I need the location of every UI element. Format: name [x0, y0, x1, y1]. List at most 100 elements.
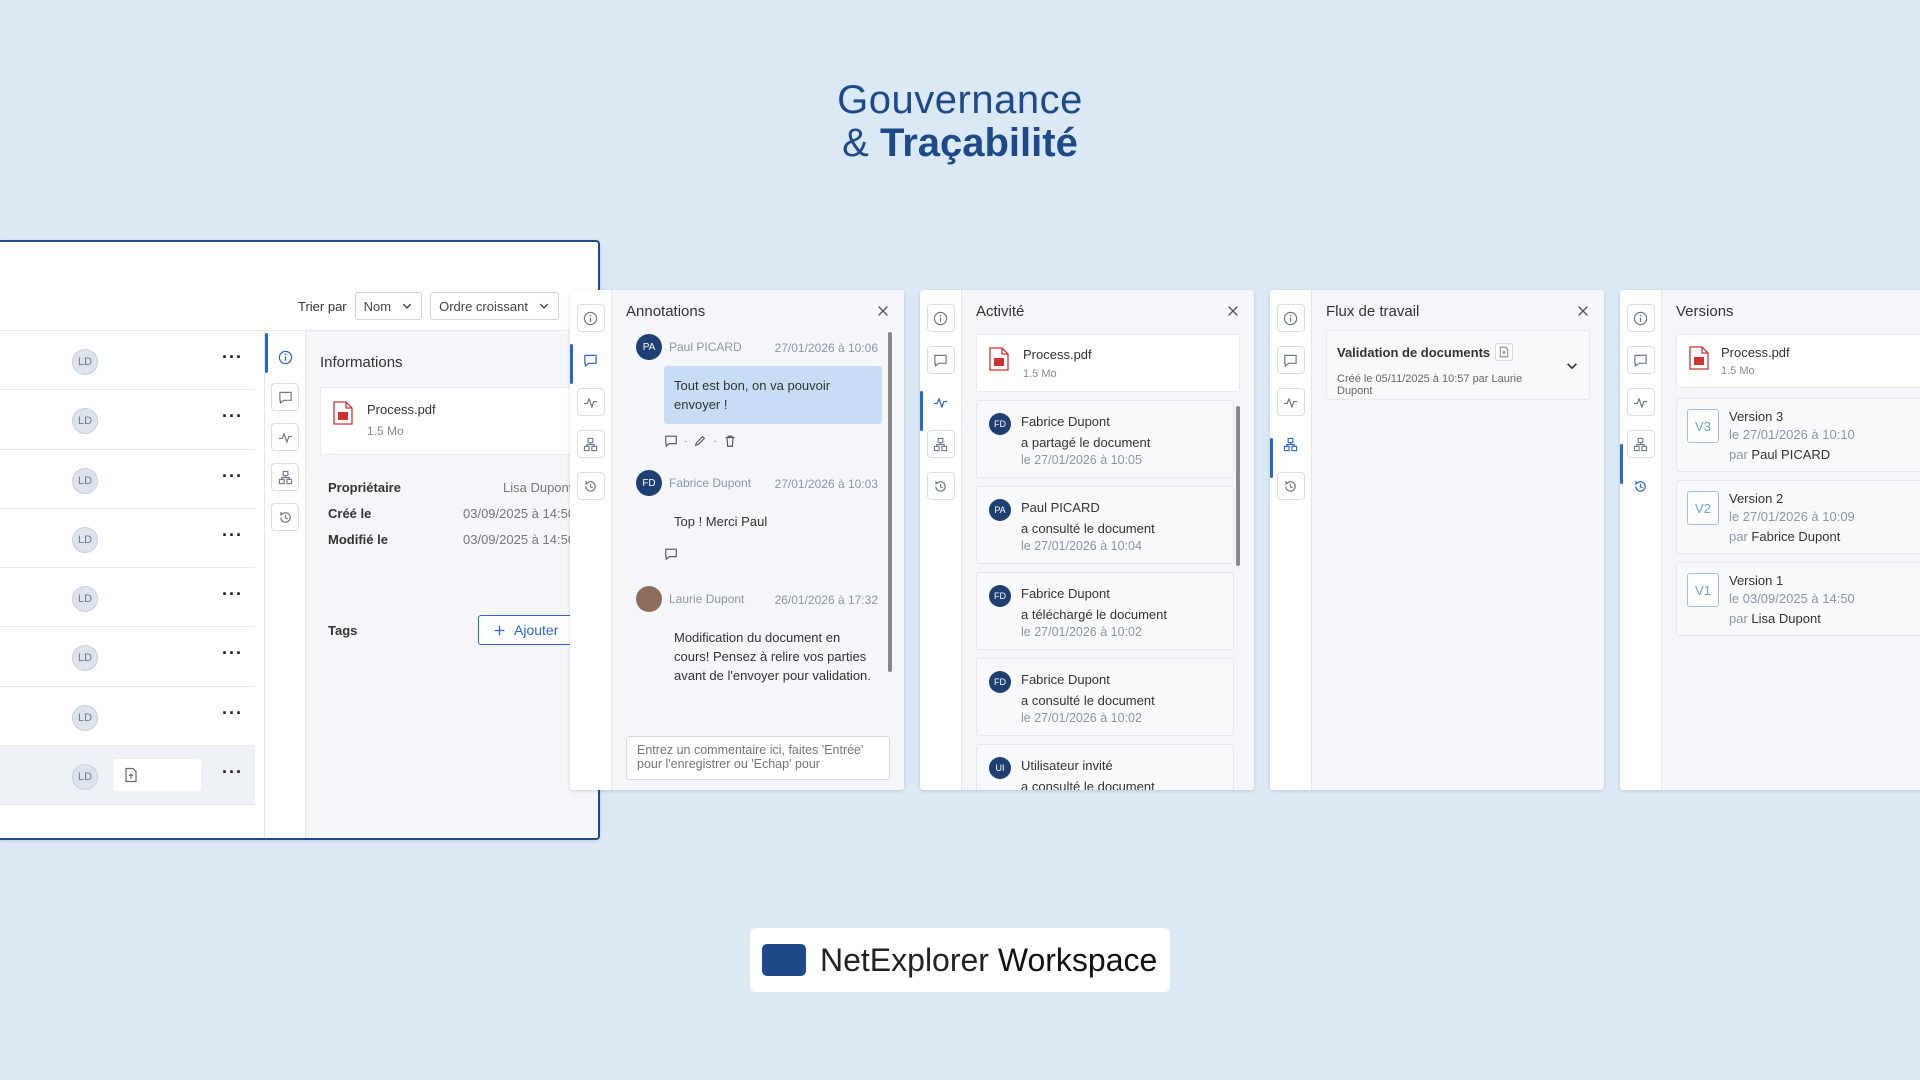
activity-icon[interactable]: [1626, 388, 1655, 416]
workflow-meta: Créé le 05/11/2025 à 10:57 par Laurie Du…: [1337, 373, 1523, 397]
activity-icon[interactable]: [1276, 388, 1305, 416]
workflow-icon[interactable]: [576, 430, 605, 458]
chevron-down-icon[interactable]: [1565, 359, 1579, 373]
edit-icon[interactable]: [693, 434, 707, 448]
activity-date: le 27/01/2026 à 10:02: [1021, 711, 1142, 725]
reply-icon[interactable]: [664, 434, 678, 448]
comment-icon[interactable]: [926, 346, 955, 374]
table-row[interactable]: LD ···: [0, 568, 255, 628]
brand-logo-icon: [762, 944, 806, 976]
more-options-icon[interactable]: ···: [222, 762, 243, 783]
workflow-icon[interactable]: [926, 430, 955, 458]
table-row[interactable]: LD ···: [0, 331, 255, 391]
file-card[interactable]: Process.pdf 1.5 Mo: [976, 334, 1240, 392]
workflow-panel: Flux de travail Validation de documents …: [1270, 290, 1604, 790]
version-by: par: [1729, 529, 1748, 544]
comment-input[interactable]: [626, 736, 890, 780]
panel-header: Flux de travail: [1312, 290, 1604, 332]
table-row[interactable]: LD ···: [0, 390, 255, 450]
more-options-icon[interactable]: ···: [222, 643, 243, 664]
activity-icon[interactable]: [576, 388, 605, 416]
avatar: PA: [636, 334, 662, 360]
panel-title: Activité: [976, 302, 1025, 320]
activity-date: le 27/01/2026 à 10:02: [1021, 625, 1142, 639]
workflow-icon[interactable]: [1277, 430, 1305, 458]
version-author-name: Lisa Dupont: [1751, 611, 1821, 626]
chevron-down-icon: [538, 300, 550, 312]
table-row-selected[interactable]: LD ···: [0, 746, 255, 806]
workflow-card[interactable]: Validation de documents Créé le 05/11/20…: [1326, 330, 1590, 400]
table-row[interactable]: LD ···: [0, 450, 255, 509]
version-item[interactable]: V2 Version 2 le 27/01/2026 à 10:09 par Fabr…: [1676, 480, 1920, 554]
more-options-icon[interactable]: ···: [222, 584, 243, 605]
more-options-icon[interactable]: ···: [222, 703, 243, 724]
activity-icon[interactable]: [271, 423, 299, 451]
file-size: 1.5 Mo: [1721, 365, 1755, 377]
pdf-icon: [1689, 346, 1709, 370]
close-icon[interactable]: [1226, 304, 1240, 318]
history-icon[interactable]: [271, 503, 299, 531]
activity-item: FD Fabrice Dupont a consulté le document le…: [976, 658, 1234, 736]
reply-icon[interactable]: [664, 547, 678, 561]
activity-icon[interactable]: [927, 388, 955, 416]
file-name: Process.pdf: [1721, 345, 1790, 360]
info-icon[interactable]: [1626, 304, 1655, 332]
title-bold: Traçabilité: [879, 121, 1078, 165]
title-line1: Gouvernance: [837, 78, 1083, 122]
versions-body: Versions Process.pdf 1.5 Mo V3 Version 3 l…: [1662, 290, 1920, 790]
comment-icon[interactable]: [1626, 346, 1655, 374]
more-options-icon[interactable]: ···: [222, 525, 243, 546]
table-row[interactable]: LD ···: [0, 627, 255, 687]
info-panel: Informations Process.pdf 1.5 Mo Propriét…: [306, 331, 598, 838]
versions-panel: Versions Process.pdf 1.5 Mo V3 Version 3 l…: [1620, 290, 1920, 790]
more-options-icon[interactable]: ···: [222, 347, 243, 368]
table-row[interactable]: LD ···: [0, 509, 255, 569]
info-title: Informations: [320, 354, 403, 371]
trash-icon[interactable]: [723, 434, 737, 448]
title-line2: & Traçabilité: [0, 121, 1920, 166]
history-icon[interactable]: [1276, 472, 1305, 500]
version-author: par Lisa Dupont: [1729, 611, 1821, 626]
workflow-icon[interactable]: [1626, 430, 1655, 458]
comment-icon[interactable]: [1276, 346, 1305, 374]
sort-field-select[interactable]: Nom: [354, 292, 423, 320]
comment-icon[interactable]: [271, 383, 299, 411]
history-icon[interactable]: [926, 472, 955, 500]
scrollbar[interactable]: [888, 332, 892, 672]
history-icon[interactable]: [1627, 472, 1655, 500]
annotations-body: Annotations PA Paul PICARD 27/01/2026 à 1…: [612, 290, 904, 790]
workflow-name: Validation de documents: [1337, 345, 1491, 360]
comment-date: 26/01/2026 à 17:32: [774, 593, 878, 607]
file-card[interactable]: Process.pdf 1.5 Mo: [320, 387, 598, 455]
workflow-body: Flux de travail Validation de documents …: [1312, 290, 1604, 790]
file-chip[interactable]: [113, 759, 201, 792]
plus-icon: [493, 624, 506, 637]
active-tab-indicator: [920, 391, 923, 431]
close-icon[interactable]: [1576, 304, 1590, 318]
avatar: UI: [989, 757, 1011, 779]
more-options-icon[interactable]: ···: [222, 406, 243, 427]
info-icon[interactable]: [1276, 304, 1305, 332]
close-icon[interactable]: [876, 304, 890, 318]
comment-icon[interactable]: [577, 346, 605, 374]
info-icon[interactable]: [926, 304, 955, 332]
workflow-icon[interactable]: [271, 463, 299, 491]
table-row[interactable]: LD ···: [0, 687, 255, 747]
history-icon[interactable]: [576, 472, 605, 500]
info-icon[interactable]: [576, 304, 605, 332]
tags-label: Tags: [328, 623, 358, 638]
activity-action: a consulté le document: [1021, 779, 1155, 790]
file-card[interactable]: Process.pdf 1.5 Mo: [1676, 334, 1920, 388]
more-options-icon[interactable]: ···: [222, 466, 243, 487]
activity-item: UI Utilisateur invité a consulté le docume…: [976, 744, 1234, 790]
sort-order-select[interactable]: Ordre croissant: [430, 292, 559, 320]
owner-avatar: LD: [72, 764, 98, 791]
panel-tabs: [1270, 290, 1312, 790]
version-item[interactable]: V3 Version 3 le 27/01/2026 à 10:10 par Paul…: [1676, 398, 1920, 472]
comment-actions: · ·: [664, 434, 884, 448]
brand-name-text: NetExplorer: [820, 941, 989, 978]
version-by: par: [1729, 611, 1748, 626]
scrollbar[interactable]: [1236, 406, 1240, 566]
info-icon[interactable]: [271, 343, 299, 371]
version-item[interactable]: V1 Version 1 le 03/09/2025 à 14:50 par Lisa…: [1676, 562, 1920, 636]
